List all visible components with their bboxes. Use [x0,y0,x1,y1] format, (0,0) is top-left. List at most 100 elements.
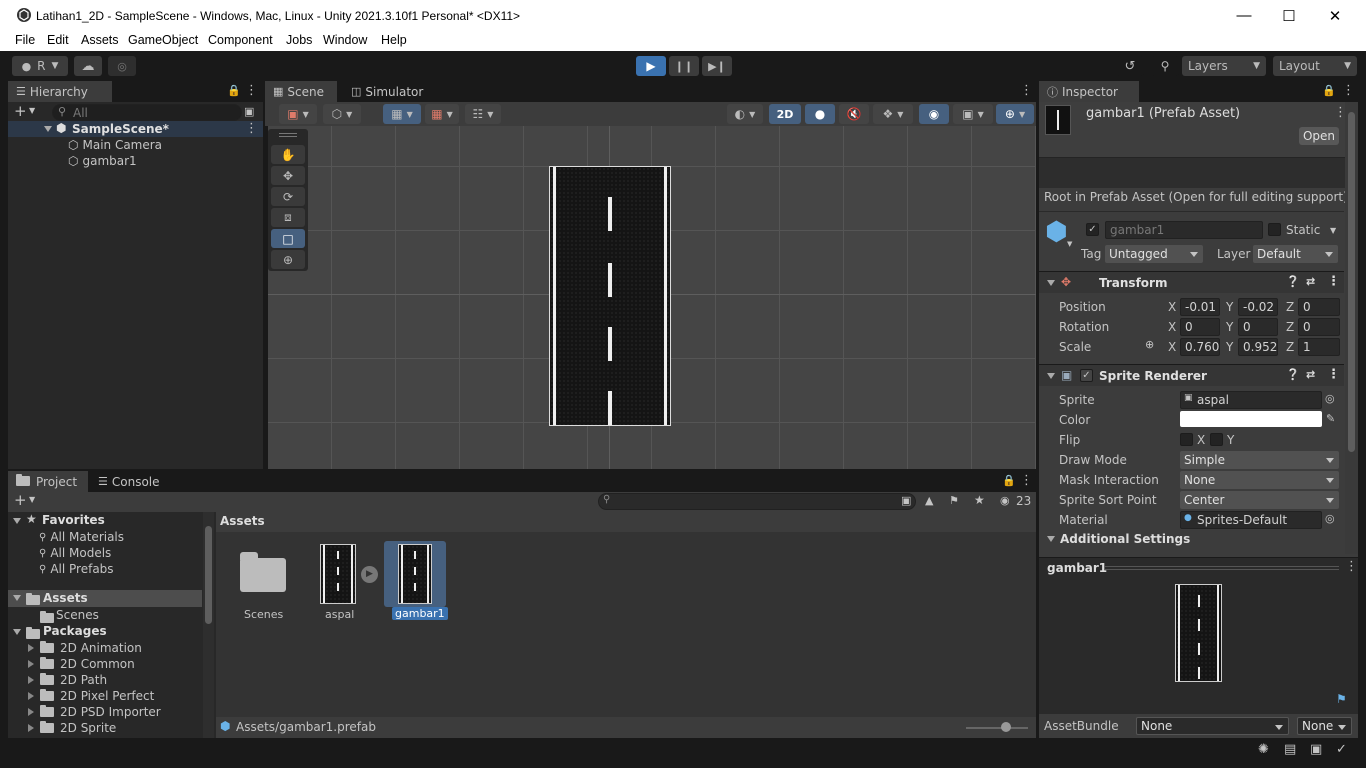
bug-off-icon[interactable]: ✺ [1258,742,1269,757]
hidden-packages-icon[interactable]: ◉ [1000,494,1010,507]
gizmos-dropdown[interactable]: ⊕ ▼ [996,104,1034,124]
project-search-input[interactable] [598,493,916,510]
expand-icon[interactable] [13,595,21,601]
tree-scenes-label[interactable]: Scenes [56,608,99,622]
preset-icon[interactable]: ⇄ [1306,368,1315,381]
tab-simulator[interactable]: ◫ Simulator [343,81,435,102]
progress-check-icon[interactable]: ✓ [1336,742,1347,757]
favorites-item[interactable]: ⚲ All Models [39,545,111,561]
layers-dropdown[interactable]: Layers ▼ [1182,56,1266,76]
zoom-slider-track[interactable] [966,727,1028,729]
expand-icon[interactable] [28,724,34,732]
active-checkbox[interactable]: ✓ [1086,223,1099,236]
sprite-field[interactable]: aspal [1180,391,1322,409]
tab-hierarchy[interactable]: ☰ Hierarchy [8,81,112,102]
tree-packages-label[interactable]: Packages [43,624,107,638]
move-tool-button[interactable]: ✥ [271,166,305,185]
expand-sprite-icon[interactable]: ▶ [361,566,378,583]
lock-icon[interactable]: 🔒 [1002,474,1016,487]
expand-icon[interactable] [13,518,21,524]
tree-assets-row[interactable]: Assets [8,590,202,607]
favorites-label[interactable]: Favorites [42,513,105,527]
package-item[interactable]: 2D Sprite [28,720,116,736]
help-icon[interactable]: ❔ [1286,275,1300,288]
expand-icon[interactable] [1047,280,1055,286]
package-item[interactable]: 2D Path [28,672,107,688]
shading-mode-dropdown[interactable]: ◐ ▼ [727,104,763,124]
hidden-objects-toggle[interactable]: ◉ [919,104,949,124]
expand-icon[interactable] [28,692,34,700]
more-icon[interactable]: ⋮ [245,83,258,98]
ruler-dropdown[interactable]: ☷ ▼ [465,104,501,124]
more-icon[interactable]: ⋮ [1020,473,1033,488]
layer-dropdown[interactable]: Default [1253,245,1338,263]
favorites-item[interactable]: ⚲ All Materials [39,529,124,545]
tab-scene[interactable]: ▦ Scene [265,81,337,102]
tab-console[interactable]: ☰ Console [94,471,174,492]
pause-button[interactable]: ❙❙ [669,56,699,76]
hierarchy-item[interactable]: ⬡ gambar1 [68,153,137,169]
menu-help[interactable]: Help [381,33,407,47]
menu-edit[interactable]: Edit [47,33,69,47]
assetbundle-dropdown[interactable]: None [1136,717,1289,735]
chevron-down-icon[interactable]: ▼ [1067,240,1072,248]
close-button[interactable]: ✕ [1312,0,1358,31]
expand-icon[interactable] [44,126,52,132]
mask-interaction-dropdown[interactable]: None [1180,471,1339,489]
add-icon[interactable]: + [14,102,27,120]
package-item[interactable]: 2D Animation [28,640,142,656]
tag-dropdown[interactable]: Untagged [1105,245,1203,263]
expand-icon[interactable] [28,644,34,652]
package-item[interactable]: 2D PSD Importer [28,704,161,720]
minimize-button[interactable]: — [1221,0,1267,31]
cloud-button[interactable]: ☁ [74,56,102,76]
more-icon[interactable]: ⋮ [1342,83,1355,98]
rect-tool-button[interactable]: □ [271,229,305,248]
more-icon[interactable]: ⋮ [1020,83,1033,98]
increment-snap-dropdown[interactable]: ▦ ▼ [425,104,459,124]
open-prefab-button[interactable]: Open [1299,127,1339,145]
scale-x-field[interactable]: 0.760 [1180,338,1220,356]
menu-assets[interactable]: Assets [81,33,119,47]
favorite-star-icon[interactable]: ★ [974,493,985,507]
hierarchy-item[interactable]: ⬡ Main Camera [68,137,162,153]
sprite-renderer-header[interactable]: ▣ ✓ Sprite Renderer ❔ ⇄ ⋮ [1039,364,1344,386]
eyedropper-icon[interactable]: ✎ [1326,412,1335,425]
position-x-field[interactable]: -0.01 [1180,298,1220,316]
expand-icon[interactable] [13,629,21,635]
expand-icon[interactable] [28,676,34,684]
auto-refresh-icon[interactable]: ▣ [1310,742,1322,757]
hierarchy-search-input[interactable]: All [52,104,242,121]
lighting-toggle[interactable]: ● [805,104,835,124]
menu-component[interactable]: Component [208,33,273,47]
lock-icon[interactable]: 🔒 [227,84,241,97]
search-options-icon[interactable]: ▣ [901,494,911,507]
collab-button[interactable]: ◎ [108,56,136,76]
tree-scrollbar[interactable] [203,512,214,738]
scene-viewport[interactable]: ✋ ✥ ⟳ ⧈ □ ⊕ [268,126,1036,469]
position-y-field[interactable]: -0.02 [1238,298,1278,316]
effects-dropdown[interactable]: ❖ ▼ [873,104,913,124]
grid-item-scenes[interactable] [238,552,288,592]
sprite-sort-point-dropdown[interactable]: Center [1180,491,1339,509]
play-button[interactable]: ▶ [636,56,666,76]
expand-icon[interactable] [28,660,34,668]
filter-label-icon[interactable]: ⚑ [949,494,959,507]
draw-mode-dropdown[interactable]: ▣ ▼ [279,104,317,124]
additional-settings-foldout[interactable]: Additional Settings [1060,532,1190,546]
zoom-slider-thumb[interactable] [1001,722,1011,732]
tab-project[interactable]: Project [8,471,88,492]
scrollbar-thumb[interactable] [205,526,212,624]
rotation-y-field[interactable]: 0 [1238,318,1278,336]
add-icon[interactable]: + [14,491,27,509]
inspector-scrollbar[interactable] [1345,102,1358,554]
rotate-tool-button[interactable]: ⟳ [271,187,305,206]
scale-y-field[interactable]: 0.952 [1238,338,1278,356]
step-button[interactable]: ▶❙ [702,56,732,76]
maximize-button[interactable]: ☐ [1266,0,1312,31]
gizmo-cube-dropdown[interactable]: ⬡ ▼ [323,104,361,124]
road-sprite[interactable] [549,166,671,426]
scale-tool-button[interactable]: ⧈ [271,208,305,227]
menu-jobs[interactable]: Jobs [286,33,312,47]
search-button[interactable]: ⚲ [1151,56,1179,76]
